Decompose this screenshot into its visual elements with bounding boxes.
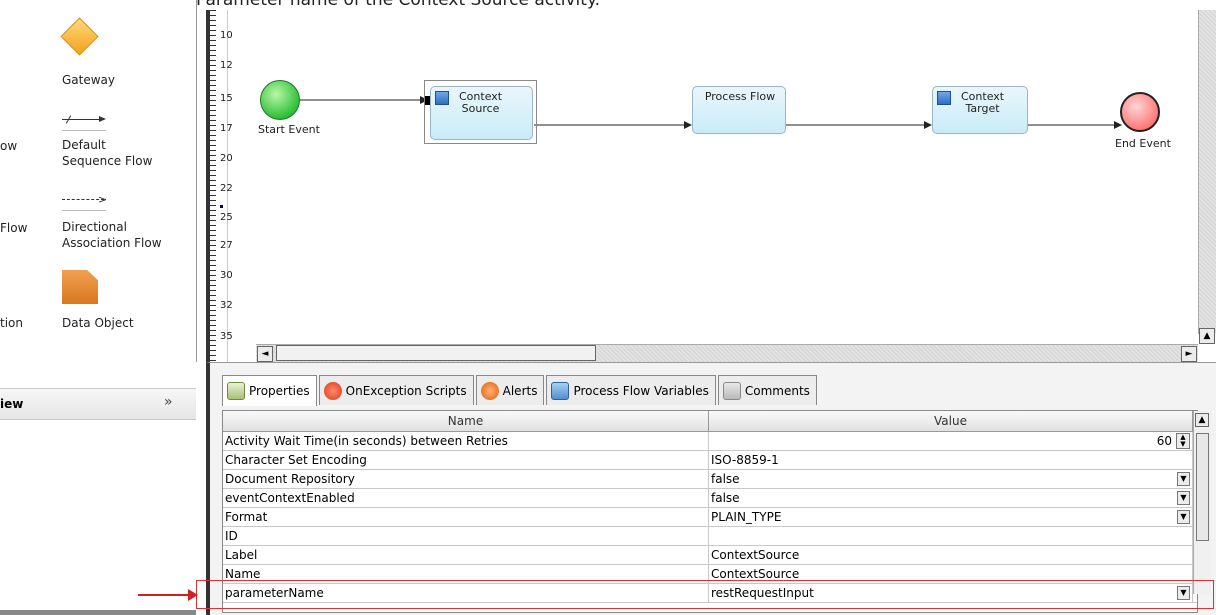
palette-separator — [62, 130, 106, 131]
association-arrow-icon: > — [98, 193, 108, 206]
table-header: Name Value — [223, 411, 1197, 432]
highlight-box — [196, 580, 1214, 609]
property-value[interactable]: 60 — [711, 432, 1192, 450]
property-value-cell[interactable]: 60 ▲ ▼ — [709, 432, 1193, 450]
context-target-node[interactable]: Context Target — [932, 86, 1028, 134]
alerts-icon — [480, 381, 499, 400]
table-row[interactable]: eventContextEnabled false ▼ — [223, 489, 1197, 508]
tab-label: Alerts — [502, 383, 538, 398]
tab-alerts[interactable]: Alerts — [475, 375, 545, 405]
process-flow-label: Process Flow — [704, 90, 776, 103]
property-value[interactable]: false — [711, 472, 740, 486]
spinner-arrows-icon[interactable]: ▲ ▼ — [1176, 433, 1190, 449]
horizontal-scroll-thumb[interactable] — [276, 345, 596, 361]
property-name: Document Repository — [223, 470, 709, 488]
palette-clipped-label: Flow — [0, 221, 28, 235]
property-name: eventContextEnabled — [223, 489, 709, 507]
property-tabs: Properties OnException Scripts Alerts Pr… — [222, 375, 819, 406]
property-name: Label — [223, 546, 709, 564]
palette-label-directional-association-flow[interactable]: Directional Association Flow — [62, 219, 162, 251]
property-value[interactable]: ISO-8859-1 — [709, 451, 1193, 469]
scroll-left-arrow-icon[interactable]: ◄ — [257, 346, 273, 362]
column-header-value[interactable]: Value — [709, 411, 1193, 432]
bottom-divider — [0, 610, 196, 615]
red-pointer-arrow-icon — [138, 589, 198, 601]
exception-icon — [323, 381, 342, 400]
column-header-name[interactable]: Name — [223, 411, 709, 432]
property-value-cell[interactable]: false ▼ — [709, 470, 1193, 488]
property-value[interactable]: false — [711, 491, 740, 505]
table-row[interactable]: Activity Wait Time(in seconds) between R… — [223, 432, 1197, 451]
property-value[interactable] — [709, 527, 1193, 545]
palette-clipped-label: tion — [0, 316, 23, 330]
palette-label-default-sequence-flow[interactable]: Default Sequence Flow — [62, 137, 152, 169]
end-event-label: End Event — [1115, 137, 1171, 150]
property-name: Activity Wait Time(in seconds) between R… — [223, 432, 709, 450]
process-canvas[interactable]: Start Event Context Source Process Flow … — [232, 10, 1198, 344]
tab-label: Process Flow Variables — [573, 383, 709, 398]
property-value-cell[interactable]: false ▼ — [709, 489, 1193, 507]
dropdown-arrow-icon[interactable]: ▼ — [1177, 472, 1190, 486]
overview-title: iew — [0, 397, 24, 411]
palette-clipped-label: ow — [0, 139, 18, 153]
context-source-node[interactable]: Context Source — [430, 86, 533, 140]
flow-connectors — [300, 96, 1122, 129]
context-source-label: Context Source — [459, 90, 503, 115]
data-object-icon[interactable] — [62, 270, 98, 304]
palette-label-gateway[interactable]: Gateway — [62, 72, 115, 88]
tab-onexception-scripts[interactable]: OnException Scripts — [318, 375, 474, 405]
process-flow-node[interactable]: Process Flow — [692, 86, 786, 134]
variables-icon — [551, 381, 570, 400]
end-event-node[interactable] — [1120, 92, 1160, 132]
tab-label: Properties — [249, 384, 310, 398]
table-row[interactable]: ID — [223, 527, 1197, 546]
tab-label: Comments — [744, 383, 810, 398]
tab-properties[interactable]: Properties — [222, 375, 317, 406]
tab-label: OnException Scripts — [345, 383, 467, 398]
gateway-diamond-icon[interactable] — [60, 17, 99, 56]
page-caption: Parameter name of the Context Source act… — [196, 0, 600, 10]
dropdown-arrow-icon[interactable]: ▼ — [1177, 491, 1190, 505]
palette-label-data-object[interactable]: Data Object — [62, 315, 134, 331]
context-target-label: Context Target — [961, 90, 1005, 115]
start-event-label: Start Event — [258, 123, 320, 136]
tab-comments[interactable]: Comments — [717, 375, 817, 405]
scroll-up-arrow-icon[interactable]: ▲ — [1195, 413, 1209, 427]
table-scroll-thumb[interactable] — [1196, 433, 1209, 541]
table-vertical-scrollbar[interactable]: ▲ — [1193, 411, 1211, 594]
canvas-vertical-scrollbar[interactable]: ▲ — [1198, 10, 1216, 344]
start-event-node[interactable] — [260, 80, 300, 120]
ruler-marker — [220, 205, 223, 208]
chevron-collapse-icon[interactable]: » — [164, 394, 173, 410]
shape-palette: Gateway ow Default Sequence Flow > Flow … — [0, 0, 196, 362]
activity-icon — [937, 91, 951, 105]
property-name: Character Set Encoding — [223, 451, 709, 469]
overview-header[interactable]: iew » — [0, 388, 196, 420]
property-name: Format — [223, 508, 709, 526]
table-row[interactable]: Format PLAIN_TYPE ▼ — [223, 508, 1197, 527]
table-row[interactable]: Character Set Encoding ISO-8859-1 — [223, 451, 1197, 470]
scroll-right-arrow-icon[interactable]: ► — [1181, 346, 1197, 362]
property-value[interactable]: ContextSource — [709, 546, 1193, 564]
table-row[interactable]: Document Repository false ▼ — [223, 470, 1197, 489]
palette-divider — [196, 0, 197, 362]
dropdown-arrow-icon[interactable]: ▼ — [1177, 510, 1190, 524]
properties-icon — [227, 382, 245, 400]
ruler-ticks — [210, 10, 216, 362]
property-value-cell[interactable]: PLAIN_TYPE ▼ — [709, 508, 1193, 526]
comments-icon — [722, 381, 741, 400]
vertical-ruler: 100 125 150 175 200 225 250 275 300 325 … — [206, 10, 239, 362]
properties-panel: Properties OnException Scripts Alerts Pr… — [206, 362, 1216, 615]
tab-process-flow-variables[interactable]: Process Flow Variables — [546, 375, 716, 405]
property-name: ID — [223, 527, 709, 545]
scroll-up-arrow-icon[interactable]: ▲ — [1199, 328, 1215, 344]
activity-icon — [435, 91, 449, 105]
table-row[interactable]: Label ContextSource — [223, 546, 1197, 565]
palette-separator — [62, 210, 106, 211]
property-value[interactable]: PLAIN_TYPE — [711, 510, 781, 524]
